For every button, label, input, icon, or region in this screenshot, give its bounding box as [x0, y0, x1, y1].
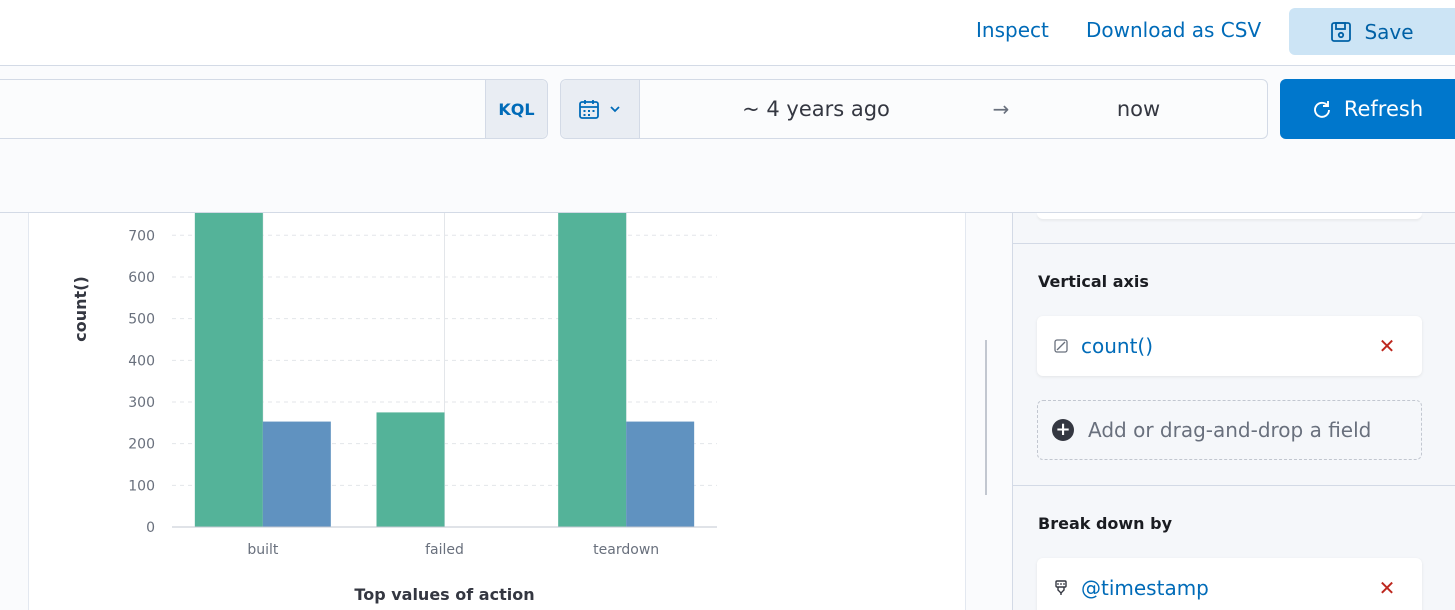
section-divider [1013, 485, 1455, 486]
quick-menu-button[interactable] [561, 80, 640, 138]
chevron-down-icon [608, 102, 622, 116]
bar [262, 421, 331, 527]
bar [194, 213, 263, 528]
date-field-icon [1053, 580, 1069, 596]
query-input[interactable]: KQL [0, 79, 548, 139]
top-header: Inspect Download as CSV Save [0, 0, 1455, 66]
refresh-label: Refresh [1343, 97, 1424, 121]
bar-chart: 0 100 200 300 400 500 600 700 built failed teardow… [71, 213, 717, 604]
add-field-dropzone[interactable]: + Add or drag-and-drop a field [1037, 400, 1422, 460]
bar [626, 421, 695, 527]
previous-dimension-card [1037, 213, 1422, 219]
save-icon [1330, 21, 1352, 43]
y-tick-label: 700 [128, 228, 155, 244]
panel-resize-handle[interactable] [985, 340, 987, 495]
y-tick-label: 600 [128, 270, 155, 286]
query-bar: KQL ~ 4 years ago → now Refresh [0, 66, 1455, 213]
section-divider [1013, 243, 1455, 244]
calendar-icon [578, 98, 600, 120]
download-csv-link[interactable]: Download as CSV [1086, 18, 1261, 42]
date-end-button[interactable]: now [1016, 80, 1261, 138]
break-down-field-label: @timestamp [1081, 576, 1209, 600]
query-language-button[interactable]: KQL [485, 80, 547, 138]
y-tick-label: 100 [128, 478, 155, 494]
y-tick-label: 300 [128, 395, 155, 411]
x-axis-title: Top values of action [354, 585, 534, 604]
x-tick-label: built [247, 542, 279, 558]
date-picker: ~ 4 years ago → now [560, 79, 1268, 139]
empty-field-icon [1053, 338, 1069, 354]
bar [558, 213, 627, 528]
vertical-axis-field-label: count() [1081, 334, 1154, 358]
plus-circle-icon: + [1052, 419, 1074, 441]
vertical-axis-dimension[interactable]: count() ✕ [1037, 316, 1422, 376]
y-axis-title: count() [71, 276, 90, 342]
y-tick-label: 200 [128, 437, 155, 453]
add-field-label: Add or drag-and-drop a field [1088, 418, 1372, 442]
vertical-axis-title: Vertical axis [1038, 272, 1149, 291]
refresh-button[interactable]: Refresh [1280, 79, 1455, 139]
remove-break-down-icon[interactable]: ✕ [1372, 573, 1402, 603]
bar [376, 412, 445, 527]
save-label: Save [1364, 19, 1414, 44]
y-tick-label: 500 [128, 312, 155, 328]
save-button[interactable]: Save [1289, 8, 1455, 55]
arrow-right-icon: → [992, 97, 1010, 121]
config-panel: Vertical axis count() ✕ + Add or drag-an… [1012, 213, 1455, 610]
break-down-dimension[interactable]: @timestamp ✕ [1037, 558, 1422, 610]
y-tick-label: 0 [146, 520, 155, 536]
refresh-icon [1312, 99, 1332, 119]
remove-vertical-axis-icon[interactable]: ✕ [1372, 331, 1402, 361]
x-tick-label: teardown [593, 542, 659, 558]
inspect-link[interactable]: Inspect [976, 18, 1049, 42]
y-tick-label: 400 [128, 353, 155, 369]
chart-panel: 0 100 200 300 400 500 600 700 built failed teardow… [28, 213, 966, 610]
date-start-button[interactable]: ~ 4 years ago [641, 80, 991, 138]
x-tick-label: failed [425, 542, 464, 558]
break-down-title: Break down by [1038, 514, 1173, 533]
